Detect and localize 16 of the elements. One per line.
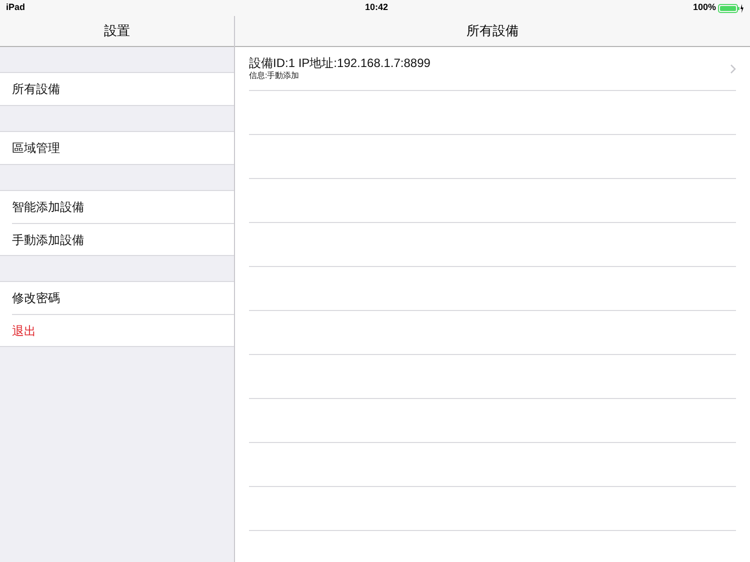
device-title: 設備ID:1 IP地址:192.168.1.7:8899	[249, 56, 430, 71]
nav-title: 設置	[104, 22, 130, 40]
clock-time: 10:42	[365, 1, 388, 14]
menu-item[interactable]: 退出	[12, 322, 36, 340]
nav-title: 所有設備	[466, 22, 518, 40]
menu-item[interactable]: 手動添加設備	[12, 230, 84, 248]
chevron-right-icon	[730, 64, 736, 74]
device-subtitle: 信息:手動添加	[249, 71, 300, 81]
device-name: iPad	[6, 1, 26, 14]
menu-item[interactable]: 區域管理	[12, 139, 60, 157]
menu-item[interactable]: 所有設備	[12, 80, 60, 98]
device-row[interactable]: 設備ID:1 IP地址:192.168.1.7:8899 信息:手動添加	[249, 47, 736, 91]
battery-percent: 100%	[692, 1, 716, 14]
battery-charging-icon	[718, 4, 744, 12]
menu-item[interactable]: 修改密碼	[12, 289, 60, 307]
menu-item[interactable]: 智能添加設備	[12, 198, 84, 216]
